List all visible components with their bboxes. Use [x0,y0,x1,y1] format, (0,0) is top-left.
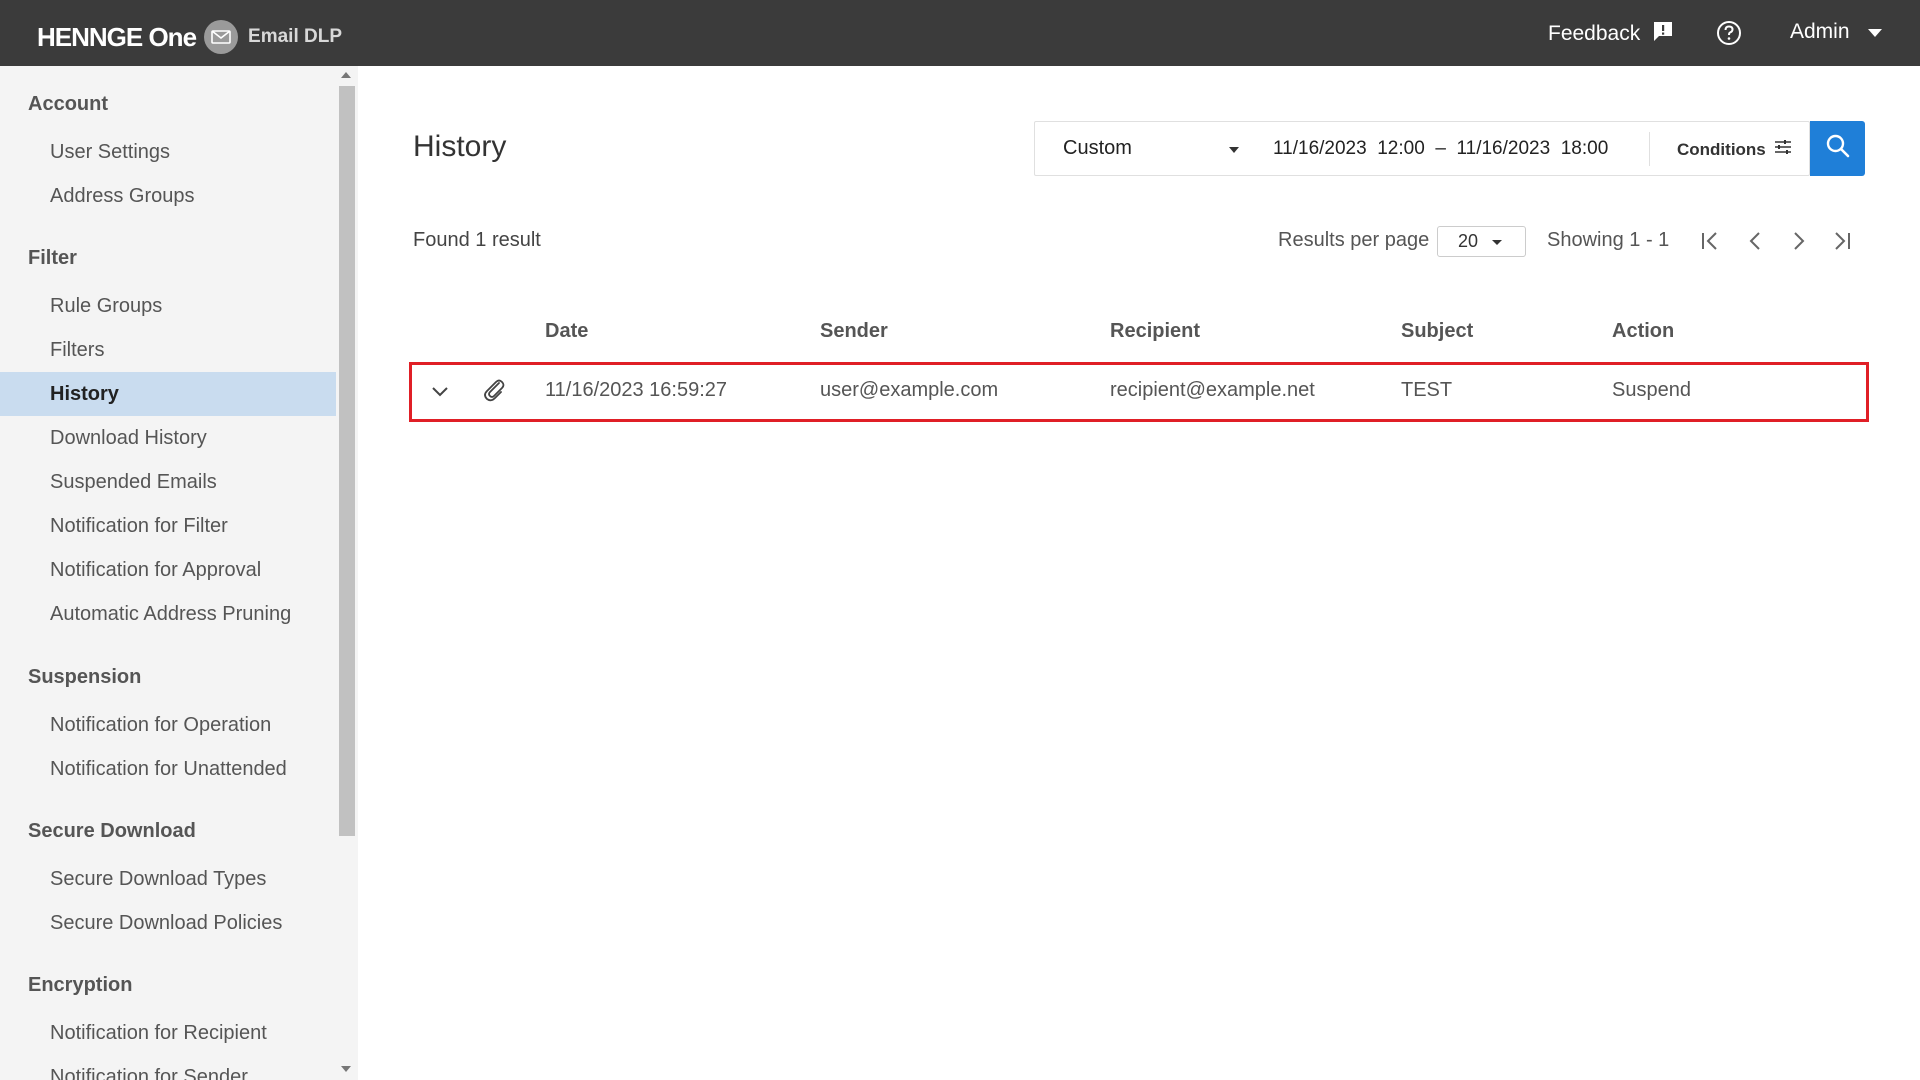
sidebar-item-notification-for-sender[interactable]: Notification for Sender [0,1055,336,1080]
next-page-icon[interactable] [1788,230,1810,252]
sidebar-item-notification-for-unattended[interactable]: Notification for Unattended [0,747,336,791]
cell-action: Suspend [1612,379,1691,401]
sidebar-item-secure-download-policies[interactable]: Secure Download Policies [0,901,336,945]
date-filter-bar: Custom 11/16/2023 12:00 – 11/16/2023 18:… [1034,121,1810,176]
sidebar-scroll-thumb[interactable] [339,86,355,836]
column-header-subject[interactable]: Subject [1401,320,1473,343]
page-title: History [413,130,507,163]
sidebar-item-secure-download-types[interactable]: Secure Download Types [0,857,336,901]
caret-down-icon[interactable] [1229,147,1239,153]
result-count: Found 1 result [413,229,541,251]
cell-subject: TEST [1401,379,1453,401]
results-per-page-select[interactable]: 20 [1437,226,1526,257]
sidebar-item-address-groups[interactable]: Address Groups [0,174,336,218]
sidebar-item-history[interactable]: History [0,372,336,416]
brand-logo[interactable]: HENNGE One Email DLP [37,20,342,54]
mail-icon [204,20,239,54]
chevron-down-icon[interactable] [430,382,450,402]
results-per-page-label: Results per page [1278,229,1430,251]
brand-name: HENNGE One [37,21,197,52]
caret-down-icon[interactable] [1492,240,1502,245]
conditions-label: Conditions [1677,139,1766,159]
conditions-button[interactable]: Conditions [1677,139,1792,160]
sidebar-item-automatic-address-pruning[interactable]: Automatic Address Pruning [0,592,336,636]
sidebar-section-suspension: Suspension [28,666,142,688]
product-name: Email DLP [248,26,343,47]
user-menu[interactable]: Admin [1790,20,1882,44]
sidebar-item-download-history[interactable]: Download History [0,416,336,460]
sidebar-section-secure-download: Secure Download [28,820,196,842]
feedback-icon [1652,20,1674,48]
sliders-icon [1774,139,1792,160]
sidebar: Account User Settings Address Groups Fil… [0,66,358,1080]
sidebar-section-account: Account [28,93,108,115]
sidebar-item-suspended-emails[interactable]: Suspended Emails [0,460,336,504]
column-header-sender[interactable]: Sender [820,320,888,343]
first-page-icon[interactable] [1699,230,1721,252]
previous-page-icon[interactable] [1744,230,1766,252]
sidebar-item-notification-for-approval[interactable]: Notification for Approval [0,548,336,592]
scroll-up-icon[interactable] [341,72,351,78]
sidebar-section-filter: Filter [28,247,77,269]
search-button[interactable] [1810,121,1865,176]
feedback-button[interactable]: Feedback [1548,20,1674,48]
cell-recipient: recipient@example.net [1110,379,1315,401]
top-bar: HENNGE One Email DLP Feedback Admin [0,0,1920,66]
date-range-input[interactable]: 11/16/2023 12:00 – 11/16/2023 18:00 [1273,138,1608,160]
paperclip-icon [482,377,506,403]
date-range-select[interactable]: Custom [1063,137,1132,160]
last-page-icon[interactable] [1831,230,1853,252]
sidebar-item-user-settings[interactable]: User Settings [0,130,336,174]
search-icon [1825,133,1851,164]
cell-sender: user@example.com [820,379,999,401]
sidebar-item-notification-for-operation[interactable]: Notification for Operation [0,703,336,747]
feedback-label: Feedback [1548,22,1641,45]
sidebar-section-encryption: Encryption [28,974,133,996]
cell-date: 11/16/2023 16:59:27 [545,379,728,401]
user-name: Admin [1790,20,1850,43]
divider [1649,132,1650,166]
sidebar-item-rule-groups[interactable]: Rule Groups [0,284,336,328]
showing-range: Showing 1 - 1 [1547,229,1670,251]
sidebar-item-notification-for-filter[interactable]: Notification for Filter [0,504,336,548]
sidebar-item-filters[interactable]: Filters [0,328,336,372]
help-icon[interactable] [1715,19,1743,47]
chevron-down-icon [1867,20,1882,44]
column-header-action[interactable]: Action [1612,320,1674,343]
scroll-down-icon[interactable] [341,1066,351,1072]
column-header-recipient[interactable]: Recipient [1110,320,1200,343]
sidebar-item-notification-for-recipient[interactable]: Notification for Recipient [0,1011,336,1055]
column-header-date[interactable]: Date [545,320,588,343]
